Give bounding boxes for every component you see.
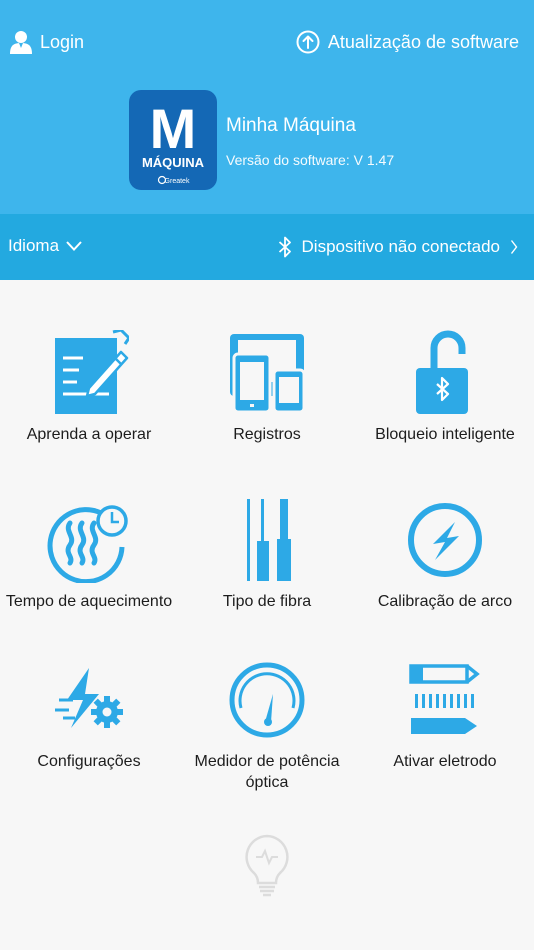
bluetooth-lock-icon xyxy=(416,330,468,414)
menu-label: Bloqueio inteligente xyxy=(375,426,515,443)
menu-item-light[interactable] xyxy=(178,830,356,900)
logo-word: MÁQUINA xyxy=(142,155,205,170)
arc-calibration-icon xyxy=(408,503,482,577)
upload-circle-icon xyxy=(296,30,320,54)
device-status-label: Dispositivo não conectado xyxy=(301,237,500,256)
bluetooth-icon xyxy=(278,236,291,258)
menu-item-smart-lock[interactable]: Bloqueio inteligente xyxy=(356,328,534,445)
menu-item-learn[interactable]: Aprenda a operar xyxy=(0,328,178,445)
menu-item-settings[interactable]: Configurações xyxy=(0,655,178,772)
menu-label: Medidor de potência óptica xyxy=(194,753,340,791)
language-selector[interactable]: Idioma xyxy=(8,236,83,256)
menu-item-power-meter[interactable]: Medidor de potência óptica xyxy=(178,655,356,793)
menu-grid: Aprenda a operar Registros Bloqueio inte… xyxy=(0,280,534,950)
language-label: Idioma xyxy=(8,236,60,255)
software-version: Versão do software: V 1.47 xyxy=(226,152,395,168)
app-header: Login Atualização de software M MÁQUINA … xyxy=(0,0,534,214)
menu-item-arc-calibration[interactable]: Calibração de arco xyxy=(356,495,534,612)
notebook-pencil-icon xyxy=(55,330,129,414)
status-bar: Idioma Dispositivo não conectado xyxy=(0,214,534,280)
menu-item-fiber-type[interactable]: Tipo de fibra xyxy=(178,495,356,612)
update-label: Atualização de software xyxy=(327,31,519,52)
logo-letter: M xyxy=(150,97,197,160)
menu-item-heating-time[interactable]: Tempo de aquecimento xyxy=(0,495,178,612)
menu-item-electrode[interactable]: Ativar eletrodo xyxy=(356,655,534,772)
menu-label: Ativar eletrodo xyxy=(393,753,497,770)
power-meter-icon xyxy=(229,662,305,738)
app-name: Minha Máquina xyxy=(226,115,356,136)
app-logo: M MÁQUINA Greatek xyxy=(129,90,217,190)
menu-item-records[interactable]: Registros xyxy=(178,328,356,445)
menu-label: Aprenda a operar xyxy=(26,426,152,443)
login-label: Login xyxy=(40,31,85,52)
user-icon xyxy=(10,31,32,54)
electrode-icon xyxy=(409,664,480,734)
heat-timer-icon xyxy=(47,505,128,583)
top-bar: Login Atualização de software xyxy=(0,0,534,84)
devices-icon xyxy=(230,334,306,414)
fiber-type-icon xyxy=(247,499,291,581)
chevron-right-icon xyxy=(510,240,518,254)
menu-label: Tempo de aquecimento xyxy=(5,593,173,610)
login-button[interactable]: Login xyxy=(10,28,84,56)
light-bulb-icon xyxy=(245,834,289,897)
app-info: Minha Máquina Versão do software: V 1.47 xyxy=(226,114,394,170)
chevron-down-icon xyxy=(66,241,82,251)
menu-label: Tipo de fibra xyxy=(222,593,312,610)
settings-bolt-icon xyxy=(55,668,123,728)
menu-label: Registros xyxy=(233,426,301,443)
menu-label: Configurações xyxy=(37,753,141,770)
device-connection-button[interactable]: Dispositivo não conectado xyxy=(278,236,518,258)
menu-label: Calibração de arco xyxy=(377,593,513,610)
software-update-button[interactable]: Atualização de software xyxy=(296,28,519,56)
logo-brand: Greatek xyxy=(165,178,190,185)
